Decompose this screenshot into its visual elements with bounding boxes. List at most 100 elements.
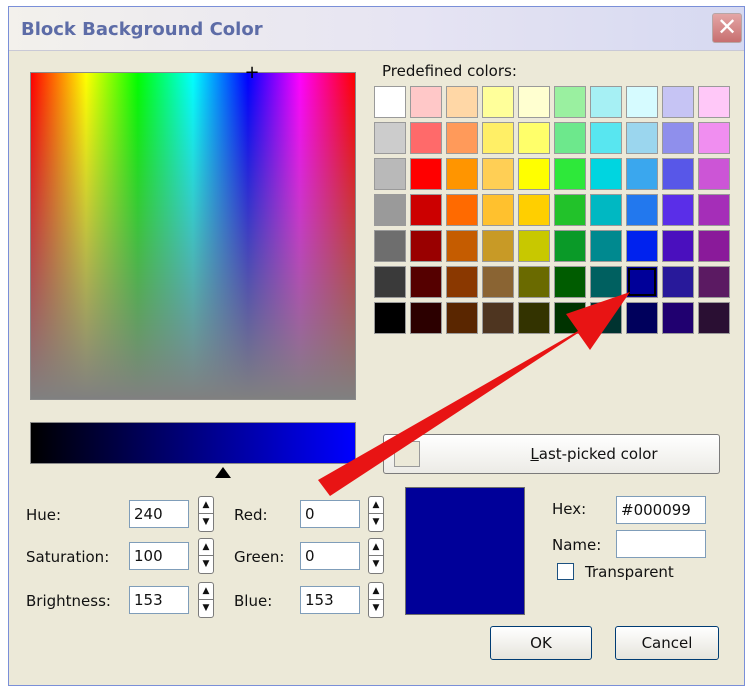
color-swatch[interactable]: [554, 158, 586, 190]
color-swatch[interactable]: [518, 266, 550, 298]
brightness-spinner[interactable]: ▲ ▼: [198, 582, 214, 618]
spin-up-icon[interactable]: ▲: [199, 539, 213, 556]
color-swatch[interactable]: [626, 194, 658, 226]
color-swatch[interactable]: [662, 266, 694, 298]
transparent-checkbox[interactable]: [557, 563, 574, 580]
color-swatch[interactable]: [590, 122, 622, 154]
color-swatch[interactable]: [698, 122, 730, 154]
slider-pointer-icon[interactable]: [215, 467, 231, 478]
blue-field[interactable]: 153: [300, 586, 360, 614]
color-swatch[interactable]: [554, 194, 586, 226]
color-swatch[interactable]: [518, 230, 550, 262]
color-swatch[interactable]: [482, 122, 514, 154]
color-swatch[interactable]: [410, 122, 442, 154]
color-swatch[interactable]: [626, 230, 658, 262]
color-swatch[interactable]: [410, 158, 442, 190]
color-swatch[interactable]: [446, 122, 478, 154]
color-swatch[interactable]: [374, 230, 406, 262]
color-swatch[interactable]: [410, 266, 442, 298]
color-swatch[interactable]: [626, 266, 658, 298]
color-swatch[interactable]: [590, 302, 622, 334]
color-swatch[interactable]: [374, 158, 406, 190]
ok-button[interactable]: OK: [490, 626, 592, 660]
color-swatch[interactable]: [626, 86, 658, 118]
spin-down-icon[interactable]: ▼: [369, 514, 383, 531]
spin-up-icon[interactable]: ▲: [199, 583, 213, 600]
color-swatch[interactable]: [554, 86, 586, 118]
color-swatch[interactable]: [554, 266, 586, 298]
color-swatch[interactable]: [374, 302, 406, 334]
close-icon[interactable]: ✕: [712, 13, 742, 43]
color-swatch[interactable]: [518, 158, 550, 190]
spin-down-icon[interactable]: ▼: [369, 600, 383, 617]
hue-field[interactable]: 240: [129, 500, 189, 528]
brightness-slider[interactable]: [30, 422, 356, 464]
color-swatch[interactable]: [482, 266, 514, 298]
color-swatch[interactable]: [482, 194, 514, 226]
color-swatch[interactable]: [626, 302, 658, 334]
hex-field[interactable]: #000099: [616, 496, 706, 524]
color-swatch[interactable]: [518, 194, 550, 226]
blue-spinner[interactable]: ▲ ▼: [368, 582, 384, 618]
spin-down-icon[interactable]: ▼: [199, 556, 213, 573]
color-swatch[interactable]: [482, 158, 514, 190]
hue-spinner[interactable]: ▲ ▼: [198, 496, 214, 532]
color-swatch[interactable]: [374, 86, 406, 118]
color-swatch[interactable]: [446, 266, 478, 298]
title-bar[interactable]: Block Background Color ✕: [9, 7, 744, 51]
color-swatch[interactable]: [698, 194, 730, 226]
color-swatch[interactable]: [590, 194, 622, 226]
color-swatch[interactable]: [662, 158, 694, 190]
color-swatch[interactable]: [410, 302, 442, 334]
color-swatch[interactable]: [410, 230, 442, 262]
color-swatch[interactable]: [554, 230, 586, 262]
color-swatch[interactable]: [698, 86, 730, 118]
spin-down-icon[interactable]: ▼: [369, 556, 383, 573]
color-swatch[interactable]: [554, 122, 586, 154]
color-swatch[interactable]: [590, 158, 622, 190]
color-swatch[interactable]: [374, 122, 406, 154]
name-field[interactable]: [616, 530, 706, 558]
spin-up-icon[interactable]: ▲: [369, 539, 383, 556]
color-swatch[interactable]: [698, 230, 730, 262]
cancel-button[interactable]: Cancel: [615, 626, 719, 660]
last-picked-color-button[interactable]: Last-picked color: [383, 434, 720, 474]
spin-down-icon[interactable]: ▼: [199, 514, 213, 531]
color-swatch[interactable]: [518, 122, 550, 154]
spin-up-icon[interactable]: ▲: [199, 497, 213, 514]
color-swatch[interactable]: [662, 194, 694, 226]
red-spinner[interactable]: ▲ ▼: [368, 496, 384, 532]
color-swatch[interactable]: [626, 122, 658, 154]
color-swatch[interactable]: [554, 302, 586, 334]
red-field[interactable]: 0: [300, 500, 360, 528]
spin-up-icon[interactable]: ▲: [369, 583, 383, 600]
green-field[interactable]: 0: [300, 542, 360, 570]
color-swatch[interactable]: [698, 302, 730, 334]
spin-down-icon[interactable]: ▼: [199, 600, 213, 617]
color-swatch[interactable]: [482, 230, 514, 262]
color-swatch[interactable]: [446, 86, 478, 118]
color-swatch[interactable]: [446, 230, 478, 262]
color-swatch[interactable]: [590, 86, 622, 118]
color-swatch[interactable]: [410, 194, 442, 226]
color-spectrum[interactable]: +: [30, 64, 356, 400]
color-swatch[interactable]: [662, 122, 694, 154]
color-swatch[interactable]: [662, 86, 694, 118]
saturation-field[interactable]: 100: [129, 542, 189, 570]
saturation-spinner[interactable]: ▲ ▼: [198, 538, 214, 574]
color-swatch[interactable]: [446, 158, 478, 190]
color-swatch[interactable]: [446, 194, 478, 226]
color-swatch[interactable]: [662, 230, 694, 262]
brightness-field[interactable]: 153: [129, 586, 189, 614]
color-swatch[interactable]: [626, 158, 658, 190]
color-swatch[interactable]: [698, 266, 730, 298]
green-spinner[interactable]: ▲ ▼: [368, 538, 384, 574]
color-swatch[interactable]: [518, 302, 550, 334]
color-swatch[interactable]: [410, 86, 442, 118]
spin-up-icon[interactable]: ▲: [369, 497, 383, 514]
color-swatch[interactable]: [374, 266, 406, 298]
color-swatch[interactable]: [662, 302, 694, 334]
color-swatch[interactable]: [590, 266, 622, 298]
color-swatch[interactable]: [482, 86, 514, 118]
color-swatch[interactable]: [482, 302, 514, 334]
